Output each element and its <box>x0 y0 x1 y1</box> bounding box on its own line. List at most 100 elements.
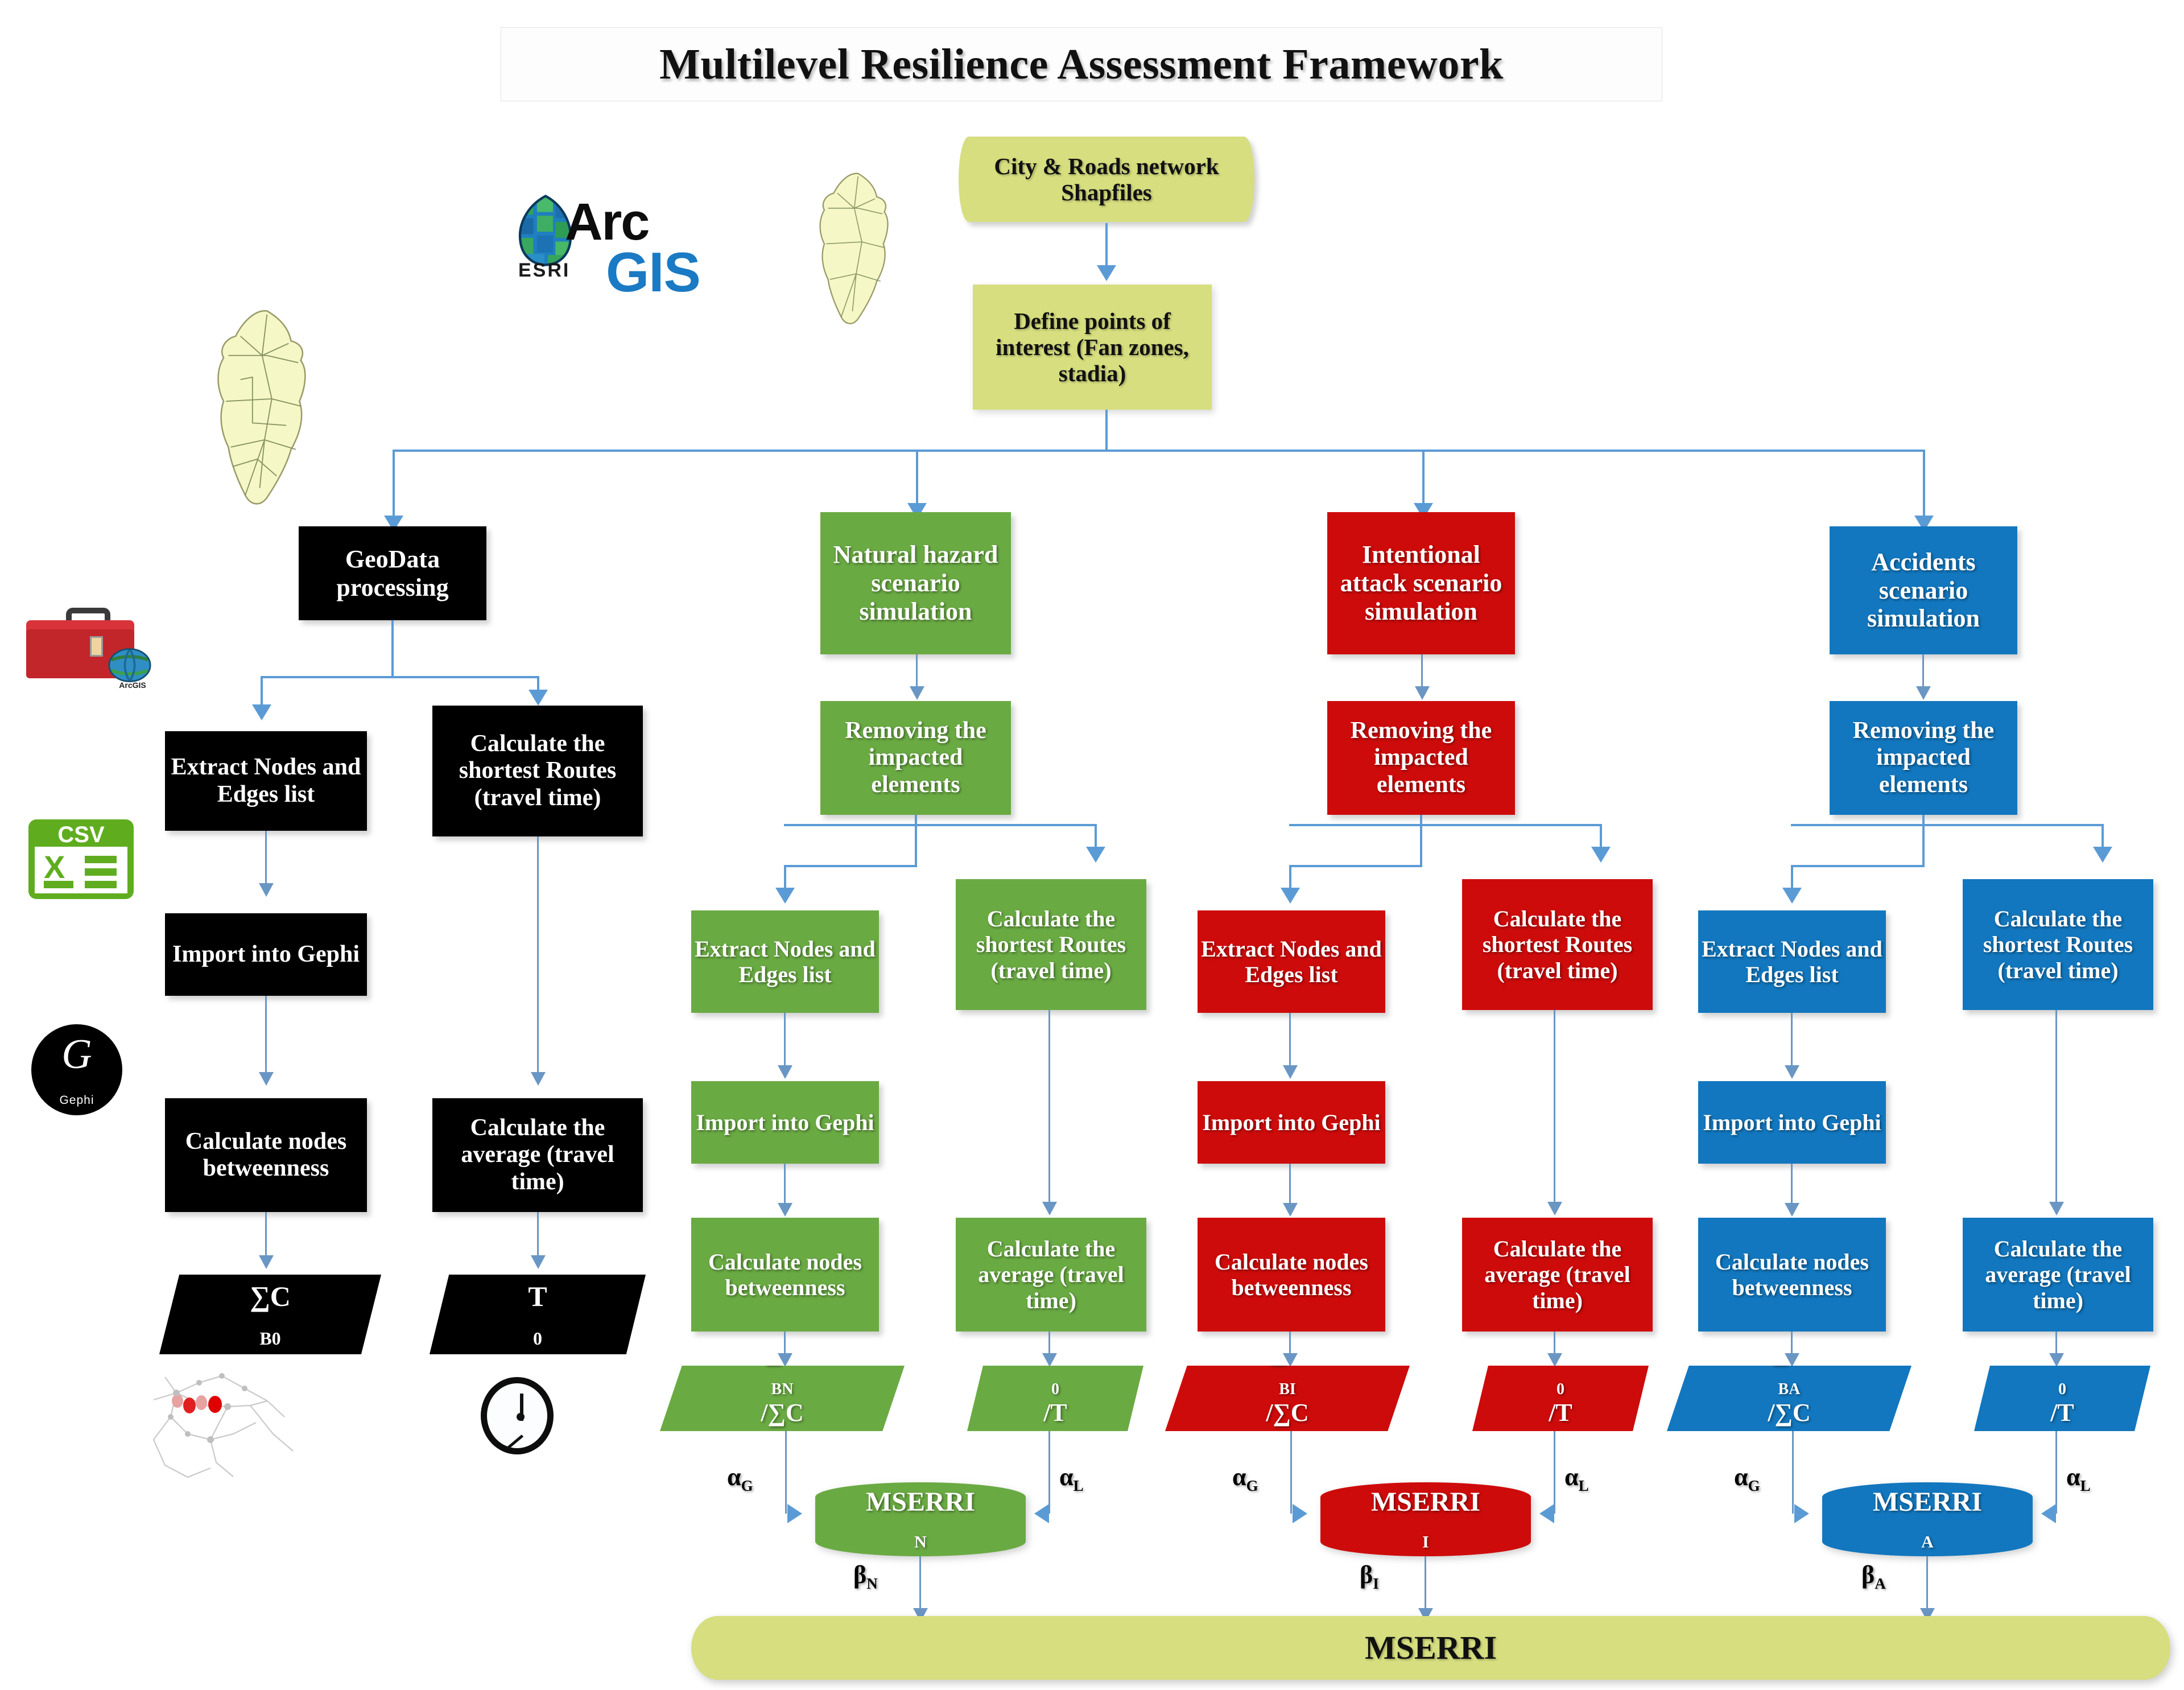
arrowhead-accidents-calc-to-result <box>1785 1353 1799 1367</box>
node-natural-header-label: Natural hazard scenario simulation <box>833 541 998 625</box>
connector-drop-natural <box>916 450 918 506</box>
node-intentional-removing-label: Removing the impacted elements <box>1350 717 1492 798</box>
node-mserri-intentional-label: MSERRI <box>1370 1486 1481 1517</box>
connector-natural-split-bar-left <box>784 865 917 867</box>
arrowhead-natural-shortest-to-average <box>1042 1202 1057 1215</box>
connector-intentional-split-stem <box>1420 815 1422 867</box>
gephi-monogram-glyph: G <box>61 1031 92 1078</box>
connector-natural-split-bar-right <box>784 824 1097 826</box>
node-intentional-result-ratio[interactable]: ∑C BI/∑C B0 <box>1165 1366 1410 1431</box>
node-accidents-calc-betweenness[interactable]: Calculate nodes betweenness <box>1698 1218 1886 1332</box>
connector-distributor-bar <box>393 450 1925 452</box>
node-intentional-shortest-routes[interactable]: Calculate the shortest Routes (travel ti… <box>1462 879 1653 1010</box>
node-intentional-result-time-ratio[interactable]: T 0/T I <box>1472 1366 1649 1431</box>
connector-baseline-average-to-result <box>537 1212 539 1259</box>
arrowhead-baseline-right <box>529 690 548 706</box>
toolbox-latch-icon <box>90 636 103 657</box>
node-intentional-calc-betweenness[interactable]: Calculate nodes betweenness <box>1198 1218 1385 1332</box>
connector-intentional-split-bar-right <box>1289 824 1602 826</box>
label-accidents-beta: βA <box>1861 1561 1886 1592</box>
node-define-points-of-interest[interactable]: Define points of interest (Fan zones, st… <box>973 285 1212 410</box>
arcgis-logo: Arc ESRI GIS <box>515 188 754 313</box>
node-natural-result-ratio[interactable]: ∑C BN/∑C B0 <box>660 1366 905 1431</box>
node-accidents-extract-nodes-label: Extract Nodes and Edges list <box>1702 935 1882 987</box>
node-city-roads-shapefiles[interactable]: City & Roads network Shapfiles <box>959 137 1254 222</box>
node-baseline-calc-average-label: Calculate the average (travel time) <box>461 1114 614 1195</box>
arcgis-esri-text: ESRI <box>518 259 571 281</box>
node-accidents-result-time-ratio[interactable]: T 0/T A <box>1974 1366 2150 1431</box>
node-baseline-calc-betweenness[interactable]: Calculate nodes betweenness <box>165 1098 367 1212</box>
node-natural-import-gephi[interactable]: Import into Gephi <box>691 1081 879 1164</box>
arrowhead-intentional-right <box>1591 847 1611 863</box>
node-natural-shortest-routes[interactable]: Calculate the shortest Routes (travel ti… <box>956 879 1146 1010</box>
connector-intentional-mserri-to-final <box>1425 1556 1426 1613</box>
connector-accidents-import-to-calc <box>1791 1164 1793 1208</box>
node-intentional-time-sub: 0 <box>1557 1380 1564 1398</box>
node-baseline-result-t0[interactable]: T0 <box>430 1275 646 1354</box>
node-baseline-extract-nodes[interactable]: Extract Nodes and Edges list <box>165 731 367 831</box>
node-mserri-accidents[interactable]: MSERRI A <box>1822 1482 2033 1556</box>
arrowhead-baseline-import-to-calc <box>259 1072 274 1086</box>
toolbox-arcgis-icon: ArcGIS <box>23 603 154 690</box>
node-accidents-calc-average-label: Calculate the average (travel time) <box>1985 1236 2131 1313</box>
node-intentional-result-sub: BI <box>1279 1380 1296 1398</box>
node-intentional-header[interactable]: Intentional attack scenario simulation <box>1327 512 1515 654</box>
label-natural-beta: βN <box>853 1561 878 1592</box>
arrowhead-natural-average-to-result <box>1042 1353 1057 1367</box>
node-accidents-result-ratio[interactable]: ∑C BA/∑C B0 <box>1667 1366 1911 1431</box>
node-geodata-processing[interactable]: GeoData processing <box>299 526 486 620</box>
node-baseline-result-cb0[interactable]: ∑C B0 <box>159 1275 381 1354</box>
label-natural-alpha-g: αG <box>727 1463 753 1494</box>
node-intentional-extract-nodes[interactable]: Extract Nodes and Edges list <box>1198 910 1385 1013</box>
node-accidents-extract-nodes[interactable]: Extract Nodes and Edges list <box>1698 910 1886 1013</box>
label-intentional-alpha-g: αG <box>1232 1463 1258 1494</box>
connector-baseline-extract-to-import <box>265 831 267 888</box>
node-baseline-import-gephi[interactable]: Import into Gephi <box>165 913 367 996</box>
label-intentional-alpha-l: αL <box>1564 1463 1589 1494</box>
node-mserri-intentional-sub: I <box>1422 1532 1429 1552</box>
node-accidents-removing[interactable]: Removing the impacted elements <box>1830 701 2017 815</box>
arrowhead-accidents-header-to-removing <box>1916 686 1931 700</box>
qatar-map-small-icon <box>819 172 889 324</box>
node-natural-shortest-routes-label: Calculate the shortest Routes (travel ti… <box>976 906 1126 983</box>
node-intentional-calc-average[interactable]: Calculate the average (travel time) <box>1462 1218 1653 1332</box>
connector-natural-split-left <box>784 865 786 890</box>
node-natural-calc-betweenness[interactable]: Calculate nodes betweenness <box>691 1218 879 1332</box>
node-mserri-natural[interactable]: MSERRI N <box>815 1482 1026 1556</box>
arrowhead-accidents-left <box>1782 888 1802 904</box>
connector-intentional-extract-to-import <box>1289 1013 1291 1070</box>
node-mserri-intentional[interactable]: MSERRI I <box>1320 1482 1531 1556</box>
node-baseline-calc-average[interactable]: Calculate the average (travel time) <box>432 1098 643 1212</box>
node-accidents-header[interactable]: Accidents scenario simulation <box>1830 526 2017 654</box>
node-accidents-shortest-routes[interactable]: Calculate the shortest Routes (travel ti… <box>1963 879 2153 1010</box>
connector-natural-ratio-to-mserri <box>785 1431 787 1514</box>
connector-natural-mserri-to-final <box>919 1556 921 1613</box>
arrowhead-natural-left <box>775 888 795 904</box>
connector-baseline-split-stem <box>391 620 394 677</box>
node-baseline-result-cb0-label: ∑C <box>250 1280 291 1313</box>
node-baseline-shortest-routes[interactable]: Calculate the shortest Routes (travel ti… <box>432 706 643 836</box>
arrowhead-shapefiles-to-poi <box>1097 265 1116 281</box>
node-natural-result-tail-sub: B0 <box>773 1441 792 1459</box>
node-accidents-calc-average[interactable]: Calculate the average (travel time) <box>1963 1218 2153 1332</box>
node-natural-removing[interactable]: Removing the impacted elements <box>820 701 1011 815</box>
node-geodata-processing-label: GeoData processing <box>336 545 449 601</box>
connector-drop-baseline <box>393 450 395 519</box>
node-natural-header[interactable]: Natural hazard scenario simulation <box>820 512 1011 654</box>
node-intentional-removing[interactable]: Removing the impacted elements <box>1327 701 1515 815</box>
arrowhead-intentional-alphaG <box>1293 1504 1307 1523</box>
node-natural-result-time-ratio[interactable]: T 0/T N <box>967 1366 1143 1431</box>
connector-accidents-split-stem <box>1922 815 1925 867</box>
connector-intentional-header-to-removing <box>1421 654 1423 690</box>
node-intentional-import-gephi[interactable]: Import into Gephi <box>1198 1081 1385 1164</box>
connector-intentional-ratio-to-mserri <box>1290 1431 1292 1514</box>
node-mserri-natural-sub: N <box>914 1532 927 1552</box>
node-accidents-import-gephi[interactable]: Import into Gephi <box>1698 1081 1886 1164</box>
connector-accidents-split-bar-right <box>1791 824 2104 826</box>
node-natural-calc-average[interactable]: Calculate the average (travel time) <box>956 1218 1146 1332</box>
connector-accidents-split-bar-left <box>1791 865 1924 867</box>
clock-icon <box>481 1377 558 1457</box>
node-natural-result-sub: BN <box>771 1380 794 1398</box>
node-final-mserri[interactable]: MSERRI <box>691 1616 2170 1680</box>
node-natural-extract-nodes[interactable]: Extract Nodes and Edges list <box>691 910 879 1013</box>
